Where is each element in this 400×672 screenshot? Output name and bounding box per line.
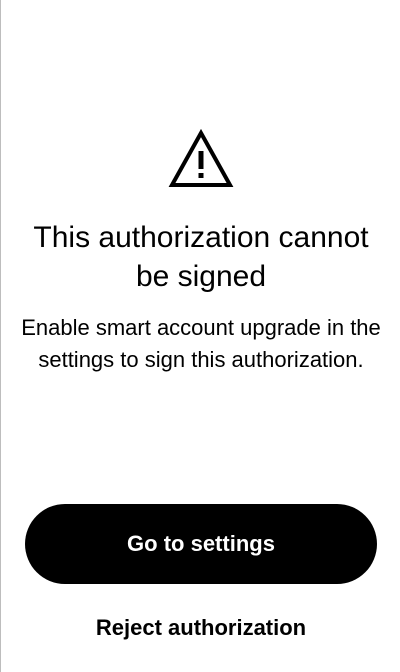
- warning-triangle-icon: [168, 128, 234, 190]
- dialog-title: This authorization cannot be signed: [33, 221, 369, 293]
- reject-authorization-button[interactable]: Reject authorization: [25, 608, 377, 648]
- authorization-blocked-screen: This authorization cannot be signed Enab…: [0, 0, 400, 672]
- dialog-message: Enable smart account upgrade in the sett…: [21, 315, 381, 372]
- go-to-settings-button[interactable]: Go to settings: [25, 504, 377, 584]
